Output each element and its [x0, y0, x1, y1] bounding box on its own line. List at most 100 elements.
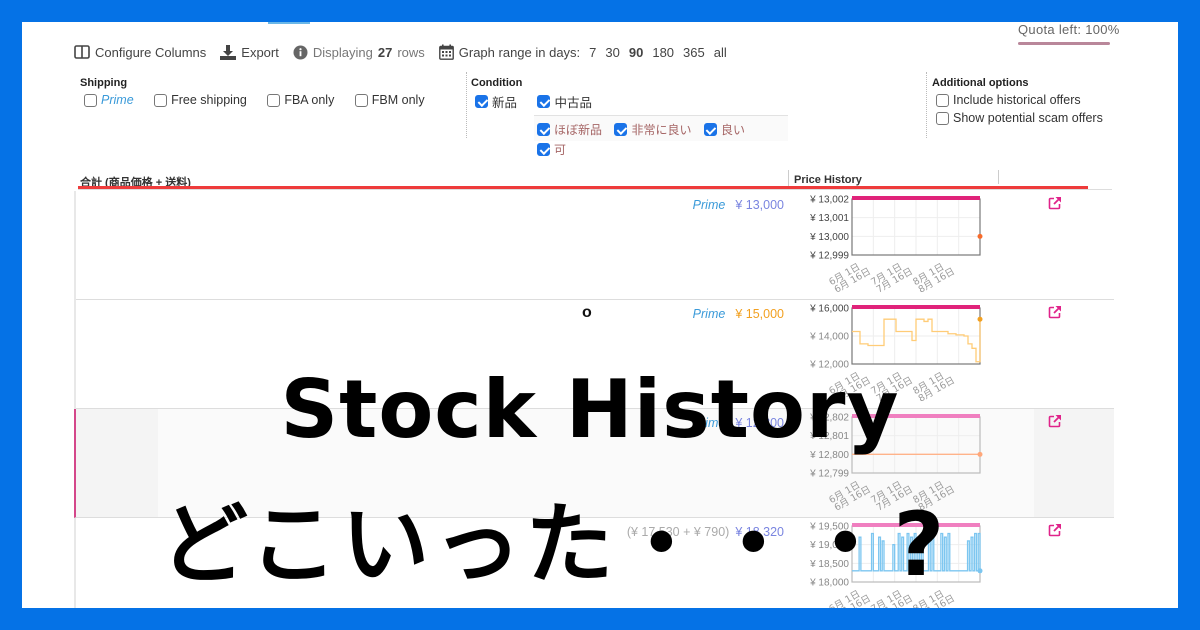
quota-bar [1018, 42, 1110, 45]
new-checkbox[interactable]: 新品 [475, 92, 517, 111]
checkbox-box[interactable] [537, 123, 550, 136]
chart-svg: ¥ 13,002¥ 13,001¥ 13,000¥ 12,9996月 1日6月 … [809, 195, 983, 296]
checkbox-box[interactable] [84, 93, 97, 107]
app-window: Configure Columns Export Displaying 27 r… [22, 22, 1178, 608]
checkbox-box[interactable] [703, 123, 717, 136]
y-tick-label: ¥ 12,000 [809, 360, 849, 371]
very-good-checkbox[interactable]: 非常に良い [614, 121, 691, 138]
current-price-point [977, 316, 983, 322]
columns-icon [74, 45, 90, 59]
row-marker: o [582, 304, 592, 321]
checkbox-box[interactable] [537, 143, 550, 156]
range-30[interactable]: 30 [605, 45, 619, 60]
price-history-chart[interactable]: ¥ 16,000 ¥ 14,000 ¥ 12,000 6月 1日 6月 16日 7月 1日… [794, 302, 984, 407]
y-tick-label: ¥ 12,802 [809, 413, 849, 424]
show-scam-label: Show potential scam offers [953, 111, 1103, 125]
total-price: ¥ 13,000 [735, 198, 784, 212]
row-link-cell [1034, 409, 1114, 517]
total-price: ¥ 15,000 [735, 307, 784, 321]
y-tick-label: ¥ 13,000 [809, 232, 849, 243]
table-row[interactable]: o Prime ¥ 15,000 ¥ 16,000 ¥ 14,000 ¥ 12,000 6月… [76, 300, 1114, 409]
export-button[interactable]: Export [220, 44, 279, 60]
current-price-point [977, 451, 983, 457]
good-checkbox[interactable]: 良い [703, 121, 745, 138]
table-row[interactable]: Prime ¥ 12,800 ¥ 12,802 ¥ 12,801 ¥ 12,800 ¥ 1… [74, 409, 1114, 518]
good-label: 良い [720, 123, 745, 137]
fbm-only-checkbox[interactable]: FBM only [354, 93, 425, 107]
download-icon [220, 44, 237, 60]
checkbox-box[interactable] [936, 93, 949, 107]
price-cell: Prime ¥ 12,800 [693, 416, 784, 430]
condition-title: Condition [471, 77, 523, 89]
external-link-icon[interactable] [1048, 305, 1062, 319]
range-365[interactable]: 365 [683, 45, 705, 60]
price-series-line [852, 532, 981, 572]
include-historical-checkbox[interactable]: Include historical offers [936, 93, 1103, 107]
external-link-icon[interactable] [1048, 414, 1062, 428]
y-tick-label: ¥ 12,800 [809, 450, 849, 461]
quota-left: Quota left: 100% [1018, 22, 1120, 37]
table-row[interactable]: (¥ 17,530 + ¥ 790) ¥ 18,320 ¥ 19,500 ¥ 19,0… [76, 518, 1114, 608]
current-price-point [977, 233, 983, 239]
price-cell: Prime ¥ 13,000 [693, 198, 784, 212]
checkbox-box[interactable] [354, 93, 368, 107]
prime-badge: Prime [692, 198, 726, 212]
checkbox-box[interactable] [936, 111, 949, 125]
export-label: Export [241, 44, 279, 60]
active-tab-indicator [268, 22, 310, 24]
total-price: ¥ 12,800 [735, 416, 784, 430]
price-history-chart[interactable]: ¥ 13,002 ¥ 13,001 ¥ 13,000 ¥ 12,999 6月 1日 6月 … [794, 193, 984, 298]
displaying-suffix: rows [397, 44, 425, 60]
used-checkbox[interactable]: 中古品 [537, 92, 592, 111]
acceptable-label: 可 [554, 143, 567, 157]
checkbox-box[interactable] [267, 93, 281, 107]
checkbox-box[interactable] [537, 95, 551, 108]
graph-range: Graph range in days: 7 30 90 180 365 all [438, 44, 727, 60]
row-count-info: Displaying 27 rows [293, 45, 425, 60]
y-tick-label: ¥ 12,999 [809, 251, 849, 262]
like-new-checkbox[interactable]: ほぼ新品 [537, 121, 602, 138]
toolbar: Configure Columns Export Displaying 27 r… [74, 44, 727, 60]
show-scam-checkbox[interactable]: Show potential scam offers [936, 111, 1103, 125]
configure-columns-label: Configure Columns [95, 44, 207, 60]
stock-availability-bar [852, 414, 980, 418]
range-all[interactable]: all [714, 45, 727, 60]
y-tick-label: ¥ 14,000 [809, 332, 849, 343]
row-count: 27 [377, 44, 393, 60]
acceptable-checkbox[interactable]: 可 [537, 141, 566, 158]
prime-label: Prime [101, 93, 134, 107]
range-7[interactable]: 7 [589, 45, 596, 60]
calendar-icon [438, 44, 454, 60]
y-tick-label: ¥ 16,000 [809, 304, 849, 315]
price-history-chart[interactable]: ¥ 19,500 ¥ 19,000 ¥ 18,500 ¥ 18,000 6月 1日 6月 … [794, 520, 984, 608]
stock-availability-bar [852, 523, 980, 527]
price-history-chart[interactable]: ¥ 12,802 ¥ 12,801 ¥ 12,800 ¥ 12,799 6月 1日 6月 … [794, 411, 984, 516]
prime-checkbox[interactable]: Prime [84, 93, 134, 107]
shipping-title: Shipping [80, 77, 128, 89]
range-180[interactable]: 180 [652, 45, 674, 60]
external-link-icon[interactable] [1048, 196, 1062, 210]
fba-only-checkbox[interactable]: FBA only [267, 93, 334, 107]
fbm-only-label: FBM only [371, 93, 425, 107]
free-shipping-checkbox[interactable]: Free shipping [154, 93, 247, 107]
prime-badge: Prime [692, 416, 726, 430]
configure-columns-button[interactable]: Configure Columns [74, 45, 206, 60]
chart-svg: ¥ 19,500¥ 19,000¥ 18,500¥ 18,0006月 1日6月 … [809, 522, 983, 608]
very-good-label: 非常に良い [631, 123, 692, 137]
chart-svg: ¥ 12,802¥ 12,801¥ 12,800¥ 12,7996月 1日6月 … [809, 413, 983, 514]
y-tick-label: ¥ 13,002 [809, 195, 849, 206]
include-historical-label: Include historical offers [953, 93, 1081, 107]
range-90[interactable]: 90 [629, 45, 643, 60]
used-subconditions: ほぼ新品 非常に良い 良い 可 [534, 115, 788, 157]
table-row[interactable]: Prime ¥ 13,000 ¥ 13,002 ¥ 13,001 ¥ 13,000 ¥ 1… [76, 191, 1114, 300]
checkbox-box[interactable] [614, 123, 628, 136]
displaying-prefix: Displaying [312, 44, 373, 60]
y-tick-label: ¥ 19,000 [809, 540, 849, 551]
fba-only-label: FBA only [284, 93, 335, 107]
price-cell: (¥ 17,530 + ¥ 790) ¥ 18,320 [627, 525, 784, 539]
checkbox-box[interactable] [154, 93, 168, 107]
used-label: 中古品 [554, 96, 592, 110]
external-link-icon[interactable] [1048, 523, 1062, 537]
checkbox-box[interactable] [475, 95, 488, 108]
current-price-point [977, 568, 983, 574]
